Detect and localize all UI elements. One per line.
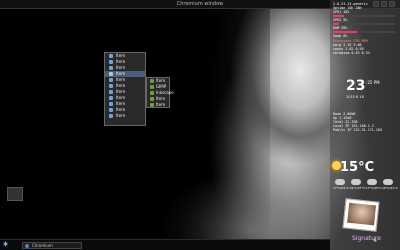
cloud-icon xyxy=(367,179,378,185)
menu-item-label: Item xyxy=(116,65,126,70)
desktop-icon[interactable] xyxy=(7,187,23,201)
menu-item-label: Item xyxy=(116,95,126,100)
menu-item-icon xyxy=(109,114,113,118)
system-tray-icon[interactable]: ❀ xyxy=(373,238,393,248)
cpu2-label: CPU2 9% xyxy=(333,18,348,23)
menu-item-label: Item xyxy=(116,113,126,118)
submenu-item-label: Inkscape xyxy=(156,90,174,95)
menu-item-label: Item xyxy=(116,101,126,106)
menu-item-icon xyxy=(109,102,113,106)
submenu-item-icon xyxy=(150,97,154,101)
cpu2-bar xyxy=(333,23,395,26)
menu-item-icon xyxy=(109,54,113,58)
menu-item-label: Item xyxy=(116,53,126,58)
application-menu: Item Item Item Item Item Item Item Item Item Item… xyxy=(104,52,146,126)
menu-item-icon xyxy=(109,78,113,82)
photo-image xyxy=(347,202,377,226)
menu-item-label: Item xyxy=(116,83,126,88)
taskbar: ✱ Chromium xyxy=(0,239,330,250)
ram-bar xyxy=(333,31,395,34)
clock-ampm: PM xyxy=(373,80,380,85)
forecast-day: 17°C/25°C xyxy=(365,179,382,190)
process-row: chromium 0.45 6.34 xyxy=(333,50,370,55)
forecast-day: 17°C/22°C xyxy=(333,179,349,190)
submenu-item-label: Item xyxy=(156,78,166,83)
submenu-item[interactable]: Item xyxy=(147,102,169,108)
submenu-item-icon xyxy=(150,91,154,95)
forecast-temp-label: 17°C/25°C xyxy=(365,186,382,190)
clock-date: 2010 8 18 xyxy=(346,95,364,99)
menu-item-icon xyxy=(109,108,113,112)
photo-widget[interactable] xyxy=(342,198,380,232)
start-menu-icon[interactable]: ✱ xyxy=(3,242,9,248)
menu-item-icon xyxy=(109,60,113,64)
weather-temperature: 15°C xyxy=(340,160,375,175)
submenu-item-icon xyxy=(150,103,154,107)
chromium-icon xyxy=(25,244,29,248)
menu-item-icon xyxy=(109,72,113,76)
cloud-icon xyxy=(383,179,394,185)
forecast-day: 16°C/22°C xyxy=(381,179,398,190)
menu-item-label: Item xyxy=(116,89,126,94)
cloud-icon xyxy=(334,179,345,185)
menu-item-icon xyxy=(109,90,113,94)
forecast-temp-label: 16°C/22°C xyxy=(381,186,398,190)
cpu1-bar xyxy=(333,15,395,18)
clock: 23 :25 PM xyxy=(346,78,380,94)
ram-label: RAM 39% xyxy=(333,26,348,31)
forecast-temp-label: 19°C/27°C xyxy=(349,186,366,190)
cloud-icon xyxy=(350,179,361,185)
taskbar-window-label: Chromium xyxy=(32,243,53,248)
network-monitor: Down 2.00kB Up 1.12kB Total 22.7GB Local… xyxy=(333,112,395,132)
taskbar-window-button[interactable]: Chromium xyxy=(22,242,82,249)
menu-item-icon xyxy=(109,66,113,70)
submenu-item-icon xyxy=(150,79,154,83)
forecast-day: 19°C/27°C xyxy=(349,179,366,190)
clock-hour: 23 xyxy=(346,78,366,94)
menu-item-label: Item xyxy=(116,59,126,64)
public-ip-label: Public IP 122.31.171.165 xyxy=(333,128,382,133)
menu-item-label: Item xyxy=(116,107,126,112)
clock-minutes: :25 xyxy=(366,80,373,85)
submenu-item-label: GIMP xyxy=(156,84,167,89)
weather-forecast: 17°C/22°C 19°C/27°C 17°C/25°C 16°C/22°C xyxy=(333,179,398,190)
menu-item[interactable]: Item xyxy=(105,113,145,119)
submenu-item-icon xyxy=(150,85,154,89)
menu-item-icon xyxy=(109,84,113,88)
menu-item-label: Item xyxy=(116,77,126,82)
cpu1-label: CPU1 18% xyxy=(333,10,350,15)
menu-item-icon xyxy=(109,96,113,100)
system-monitor: 2.6.31-14-generic Uptime 10h 28m CPU1 18… xyxy=(333,2,395,55)
wallpaper-hair-shadow xyxy=(150,0,270,250)
submenu-item-label: Item xyxy=(156,96,166,101)
graphics-submenu: Item GIMP Inkscape Item Item xyxy=(146,77,174,108)
menu-item-label: Item xyxy=(116,71,126,76)
submenu-item-label: Item xyxy=(156,102,166,107)
forecast-temp-label: 17°C/22°C xyxy=(333,186,349,190)
